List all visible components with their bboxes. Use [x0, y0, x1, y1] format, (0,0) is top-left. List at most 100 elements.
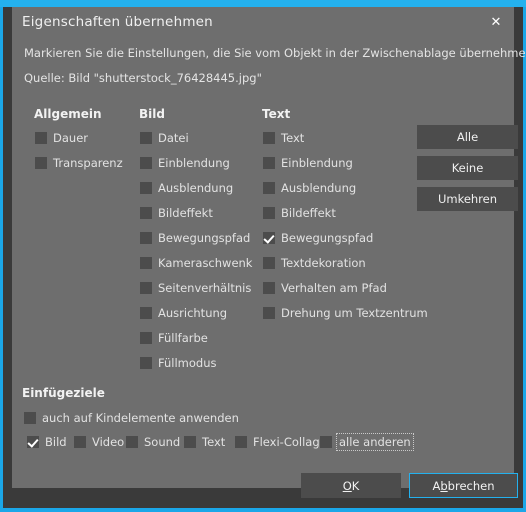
checkbox-indicator[interactable] [263, 282, 275, 294]
cancel-mnemonic: b [440, 478, 448, 493]
accent-bar-bottom [0, 508, 526, 512]
checkbox-indicator[interactable] [140, 182, 152, 194]
checkbox-indicator[interactable] [263, 132, 275, 144]
instruction-text: Markieren Sie die Einstellungen, die Sie… [24, 46, 526, 60]
checkbox-bild-6[interactable]: Kameraschwenk [140, 255, 252, 271]
column-heading-text: Text [262, 107, 291, 121]
checkbox-indicator[interactable] [74, 436, 86, 448]
close-icon[interactable]: ✕ [486, 13, 506, 33]
checkbox-label: Bewegungspfad [158, 231, 251, 245]
checkbox-label: Text [202, 435, 226, 449]
checkbox-indicator[interactable] [140, 332, 152, 344]
checkbox-text-7[interactable]: Verhalten am Pfad [263, 280, 387, 296]
checkbox-bild-3[interactable]: Ausblendung [140, 180, 233, 196]
checkbox-allgemein-2[interactable]: Transparenz [35, 155, 123, 171]
checkbox-bild-7[interactable]: Seitenverhältnis [140, 280, 251, 296]
checkbox-label: Ausblendung [281, 181, 357, 195]
checkbox-indicator[interactable] [140, 207, 152, 219]
checkbox-label: Bildeffekt [281, 206, 336, 220]
button-label: Keine [451, 161, 484, 175]
checkbox-text-1[interactable]: Text [263, 130, 304, 146]
checkbox-label: Bewegungspfad [281, 231, 374, 245]
checkbox-target-video[interactable]: Video [74, 434, 124, 450]
checkbox-bild-4[interactable]: Bildeffekt [140, 205, 213, 221]
column-heading-bild: Bild [139, 107, 165, 121]
checkbox-indicator[interactable] [35, 157, 47, 169]
checkbox-bild-1[interactable]: Datei [140, 130, 189, 146]
checkbox-bild-2[interactable]: Einblendung [140, 155, 230, 171]
checkbox-bild-5[interactable]: Bewegungspfad [140, 230, 250, 246]
checkbox-bild-10[interactable]: Füllmodus [140, 355, 216, 371]
button-umkehren[interactable]: Umkehren [417, 187, 518, 211]
properties-dialog: Eigenschaften übernehmen ✕ Markieren Sie… [12, 7, 526, 498]
checkbox-indicator[interactable] [263, 307, 275, 319]
checkbox-indicator[interactable] [140, 232, 152, 244]
checkbox-text-2[interactable]: Einblendung [263, 155, 353, 171]
checkbox-text-8[interactable]: Drehung um Textzentrum [263, 305, 428, 321]
checkbox-label: Seitenverhältnis [158, 281, 252, 295]
checkbox-target-text[interactable]: Text [184, 434, 225, 450]
checkbox-bild-9[interactable]: Füllfarbe [140, 330, 208, 346]
checkbox-indicator[interactable] [235, 436, 247, 448]
accent-bar-left [0, 7, 3, 508]
button-keine[interactable]: Keine [417, 156, 518, 180]
accent-bar-top [0, 0, 526, 7]
checkbox-target-sound[interactable]: Sound [126, 434, 180, 450]
checkbox-label: Verhalten am Pfad [281, 281, 387, 295]
checkbox-text-3[interactable]: Ausblendung [263, 180, 356, 196]
checkbox-indicator[interactable] [140, 307, 152, 319]
checkbox-indicator[interactable] [263, 232, 275, 244]
checkbox-bild-8[interactable]: Ausrichtung [140, 305, 227, 321]
checkbox-label: Bildeffekt [158, 206, 213, 220]
checkbox-indicator[interactable] [140, 157, 152, 169]
checkbox-allgemein-1[interactable]: Dauer [35, 130, 88, 146]
checkbox-text-5[interactable]: Bewegungspfad [263, 230, 373, 246]
checkbox-indicator[interactable] [263, 207, 275, 219]
checkbox-indicator[interactable] [126, 436, 138, 448]
checkbox-label: auch auf Kindelemente anwenden [42, 411, 239, 425]
checkbox-label: Bild [45, 435, 67, 449]
dialog-title: Eigenschaften übernehmen [22, 14, 213, 30]
checkbox-label: Transparenz [53, 156, 123, 170]
checkbox-label: Ausrichtung [158, 306, 228, 320]
paste-targets-heading: Einfügeziele [22, 386, 105, 400]
button-label: Umkehren [437, 192, 498, 206]
checkbox-label: Ausblendung [158, 181, 234, 195]
checkbox-text-6[interactable]: Textdekoration [263, 255, 366, 271]
column-heading-allgemein: Allgemein [34, 107, 102, 121]
checkbox-label: Flexi-Collage [253, 435, 327, 449]
source-text: Quelle: Bild "shutterstock_76428445.jpg" [24, 71, 262, 85]
checkbox-label: Einblendung [158, 156, 230, 170]
ok-button[interactable]: OK [301, 473, 401, 498]
checkbox-target-flexi-collage[interactable]: Flexi-Collage [235, 434, 327, 450]
checkbox-target-alle-anderen[interactable]: alle anderen [320, 433, 414, 451]
ok-mnemonic: O [342, 478, 352, 493]
checkbox-apply-to-children[interactable]: auch auf Kindelemente anwenden [24, 410, 239, 426]
checkbox-label: alle anderen [336, 433, 414, 451]
checkbox-indicator[interactable] [263, 157, 275, 169]
checkbox-indicator[interactable] [27, 436, 39, 448]
checkbox-indicator[interactable] [140, 132, 152, 144]
checkbox-label: Füllfarbe [158, 331, 208, 345]
checkbox-label: Video [92, 435, 125, 449]
checkbox-indicator[interactable] [263, 257, 275, 269]
title-bar[interactable]: Eigenschaften übernehmen ✕ [12, 7, 514, 39]
checkbox-label: Einblendung [281, 156, 353, 170]
checkbox-target-bild[interactable]: Bild [27, 434, 67, 450]
checkbox-label: Drehung um Textzentrum [281, 306, 428, 320]
cancel-button[interactable]: Abbrechen [409, 473, 518, 498]
checkbox-label: Sound [144, 435, 181, 449]
checkbox-indicator[interactable] [35, 132, 47, 144]
window-frame: Eigenschaften übernehmen ✕ Markieren Sie… [0, 0, 526, 512]
button-alle[interactable]: Alle [417, 125, 518, 149]
checkbox-indicator[interactable] [24, 412, 36, 424]
checkbox-indicator[interactable] [140, 282, 152, 294]
checkbox-indicator[interactable] [140, 357, 152, 369]
checkbox-indicator[interactable] [184, 436, 196, 448]
checkbox-indicator[interactable] [140, 257, 152, 269]
checkbox-indicator[interactable] [320, 436, 332, 448]
checkbox-indicator[interactable] [263, 182, 275, 194]
checkbox-text-4[interactable]: Bildeffekt [263, 205, 336, 221]
cancel-suffix: brechen [447, 478, 495, 493]
checkbox-label: Dauer [53, 131, 88, 145]
